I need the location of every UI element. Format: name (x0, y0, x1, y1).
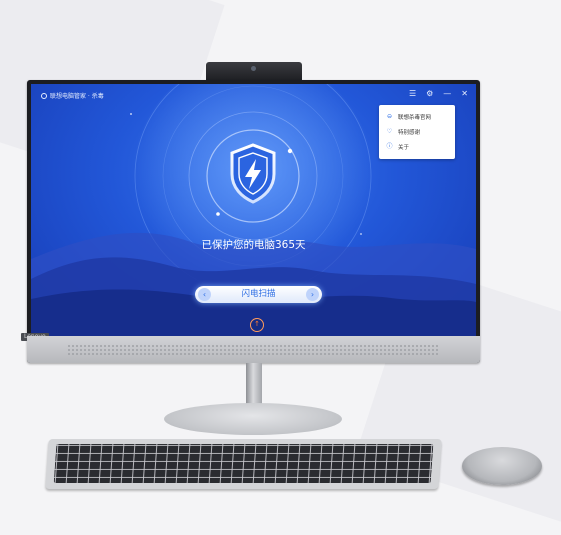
keyboard-keys (53, 444, 434, 483)
monitor-chin (27, 336, 480, 363)
web-icon: ⊖ (386, 113, 393, 120)
close-icon[interactable]: ✕ (461, 89, 468, 98)
app-title: 联想电脑管家 · 杀毒 (41, 91, 104, 100)
shield-icon (230, 143, 276, 204)
menu-item-label: 特别感谢 (398, 129, 421, 136)
sparkle (360, 233, 362, 235)
mouse (462, 447, 542, 485)
chevron-right-icon[interactable]: › (306, 288, 319, 301)
minimize-icon[interactable]: — (443, 89, 451, 98)
sparkle (216, 212, 220, 216)
webcam (206, 62, 302, 82)
protection-status: 已保护您的电脑365天 (201, 239, 306, 251)
sparkle (130, 113, 132, 115)
info-icon: ⓘ (386, 143, 393, 150)
window-controls: ☰ ⚙ — ✕ (409, 89, 468, 98)
settings-icon[interactable]: ⚙ (426, 89, 433, 98)
menu-item-label: 联想杀毒官网 (398, 114, 432, 121)
menu-item-website[interactable]: ⊖ 联想杀毒官网 (379, 109, 455, 124)
keyboard (45, 439, 442, 489)
app-logo-icon (41, 93, 47, 99)
thanks-icon: ♡ (386, 128, 393, 135)
sparkle (287, 148, 293, 154)
arrow-up-button[interactable]: ↑ (250, 318, 264, 332)
menu-item-thanks[interactable]: ♡ 特别感谢 (379, 124, 455, 139)
scan-button-label: 闪电扫描 (241, 289, 276, 299)
app-window: 联想电脑管家 · 杀毒 ☰ ⚙ — ✕ ⊖ 联想杀毒官网 ♡ 特别感谢 ⓘ 关于… (31, 84, 476, 336)
menu-item-about[interactable]: ⓘ 关于 (379, 139, 455, 154)
menu-icon[interactable]: ☰ (409, 89, 416, 98)
stand-base (164, 403, 342, 435)
speaker-grille (67, 344, 440, 356)
app-title-text: 联想电脑管家 · 杀毒 (50, 93, 104, 100)
chevron-left-icon[interactable]: ‹ (198, 288, 211, 301)
lightning-scan-button[interactable]: ‹ 闪电扫描 › (195, 286, 322, 303)
monitor: 联想电脑管家 · 杀毒 ☰ ⚙ — ✕ ⊖ 联想杀毒官网 ♡ 特别感谢 ⓘ 关于… (21, 80, 480, 363)
dropdown-menu: ⊖ 联想杀毒官网 ♡ 特别感谢 ⓘ 关于 (379, 105, 455, 159)
menu-item-label: 关于 (398, 144, 410, 151)
webcam-lens (251, 66, 256, 71)
